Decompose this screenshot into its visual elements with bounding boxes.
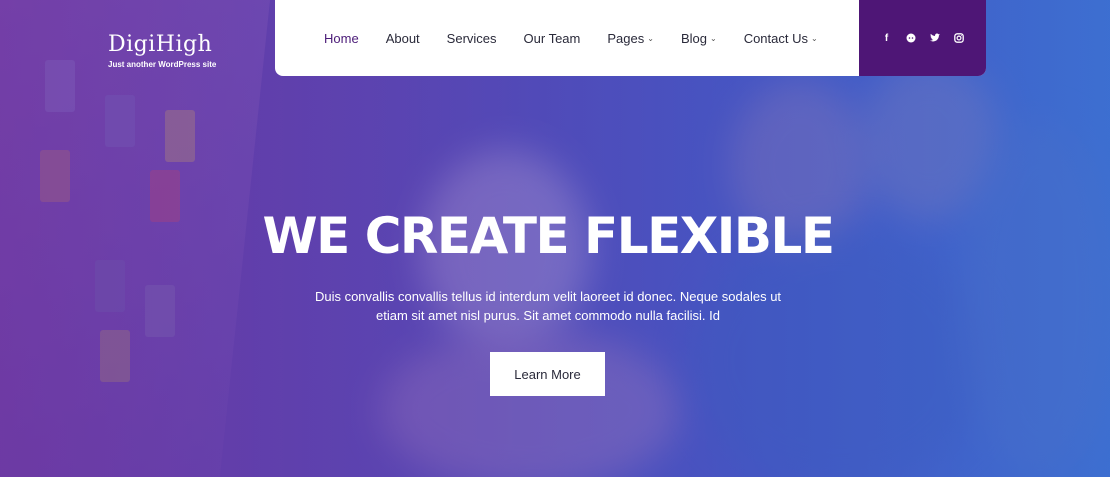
nav-item-contact-us[interactable]: Contact Us ⌄ — [744, 31, 818, 46]
brand-tagline: Just another WordPress site — [108, 60, 217, 69]
main-navbar: Home About Services Our Team Pages ⌄ Blog… — [275, 0, 986, 76]
site-logo[interactable]: DigiHigh Just another WordPress site — [108, 32, 216, 69]
social-links: f — [859, 0, 986, 76]
facebook-icon[interactable]: f — [882, 33, 892, 44]
nav-item-label: Contact Us — [743, 30, 808, 46]
learn-more-button[interactable]: Learn More — [490, 352, 605, 396]
hero-subtext: Duis convallis convallis tellus id inter… — [314, 289, 782, 323]
nav-item-home[interactable]: Home — [324, 31, 359, 46]
chevron-down-icon: ⌄ — [647, 33, 654, 43]
chevron-down-icon: ⌄ — [811, 33, 818, 43]
twitter-icon[interactable] — [929, 33, 940, 43]
reddit-icon[interactable] — [906, 33, 916, 43]
hero-headline: WE CREATE FLEXIBLE — [262, 207, 836, 265]
chevron-down-icon: ⌄ — [709, 33, 717, 43]
hero-section: DigiHigh Just another WordPress site Hom… — [0, 0, 1110, 477]
nav-item-label: Services — [446, 30, 497, 46]
nav-item-label: About — [385, 30, 420, 46]
nav-item-services[interactable]: Services — [447, 31, 497, 46]
brand-name: DigiHigh — [108, 32, 213, 57]
nav-item-about[interactable]: About — [386, 31, 420, 46]
nav-item-label: Pages — [607, 30, 645, 46]
nav-item-blog[interactable]: Blog ⌄ — [681, 31, 717, 46]
nav-item-label: Our Team — [523, 30, 581, 46]
nav-item-label: Blog — [680, 30, 707, 46]
nav-item-pages[interactable]: Pages ⌄ — [607, 31, 654, 46]
nav-item-label: Home — [324, 30, 359, 46]
nav-item-our-team[interactable]: Our Team — [524, 31, 581, 46]
nav-links: Home About Services Our Team Pages ⌄ Blog… — [275, 0, 859, 76]
instagram-icon[interactable] — [953, 33, 964, 43]
